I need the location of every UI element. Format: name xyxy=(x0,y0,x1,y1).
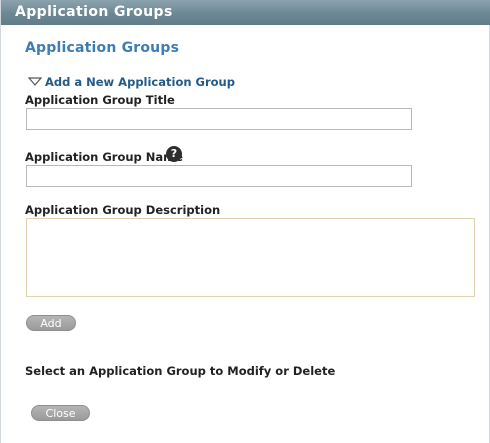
group-title-input[interactable] xyxy=(26,108,412,130)
window-title: Application Groups xyxy=(1,0,490,25)
add-new-group-toggle[interactable]: Add a New Application Group xyxy=(28,75,235,89)
application-groups-dialog: Application Groups Application Groups Ad… xyxy=(0,0,490,443)
modify-delete-instruction: Select an Application Group to Modify or… xyxy=(25,364,336,378)
triangle-down-icon xyxy=(28,77,42,86)
add-button[interactable]: Add xyxy=(26,315,76,331)
group-name-input[interactable] xyxy=(26,165,412,187)
group-name-label: Application Group Name xyxy=(25,150,183,164)
help-icon[interactable]: ? xyxy=(166,146,182,162)
section-title: Application Groups xyxy=(25,40,180,56)
close-button[interactable]: Close xyxy=(31,405,90,421)
group-description-label: Application Group Description xyxy=(25,203,221,217)
group-description-textarea[interactable] xyxy=(26,218,475,297)
add-new-group-label: Add a New Application Group xyxy=(45,75,235,89)
group-title-label: Application Group Title xyxy=(25,93,175,107)
